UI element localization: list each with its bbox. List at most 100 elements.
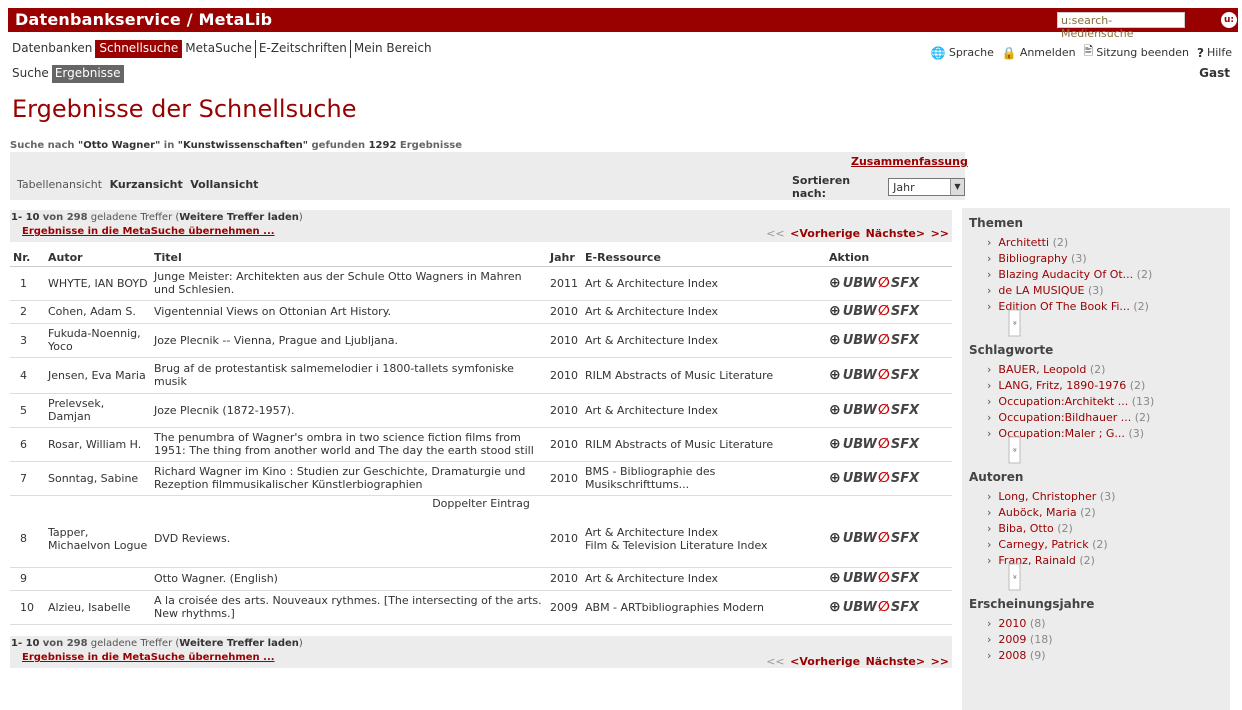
row-title-link[interactable]: Otto Wagner. (English) bbox=[154, 572, 278, 585]
first-page-link[interactable]: << bbox=[766, 227, 784, 240]
prev-page-link[interactable]: <Vorherige bbox=[790, 227, 860, 240]
row-resource-link[interactable]: RILM Abstracts of Music Literature bbox=[585, 369, 773, 382]
tab-schnellsuche[interactable]: Schnellsuche bbox=[95, 40, 182, 58]
row-resource-link[interactable]: BMS - Bibliographie des Musikschrifttums… bbox=[585, 465, 715, 491]
results-range: 1- 10 bbox=[11, 638, 40, 649]
options-bar: Zusammenfassung Tabellenansicht Kurzansi… bbox=[10, 152, 968, 200]
facet-link[interactable]: Occupation:Bildhauer ... bbox=[998, 411, 1131, 424]
ubw-sfx-button[interactable]: ⊕ UBW ∅ SFX bbox=[829, 530, 949, 547]
row-title-link[interactable]: DVD Reviews. bbox=[154, 532, 230, 545]
add-icon: ⊕ bbox=[829, 530, 841, 547]
tab-datenbanken[interactable]: Datenbanken bbox=[10, 40, 95, 58]
tab-ergebnisse[interactable]: Ergebnisse bbox=[51, 65, 124, 83]
last-page-link[interactable]: >> bbox=[931, 655, 949, 668]
row-title-link[interactable]: Brug af de protestantisk salmemelodier i… bbox=[154, 362, 514, 388]
row-nr-link[interactable]: 6 bbox=[20, 438, 27, 451]
row-resource-link[interactable]: ABM - ARTbibliographies Modern bbox=[585, 601, 764, 614]
row-title-link[interactable]: The penumbra of Wagner's ombra in two sc… bbox=[154, 431, 544, 457]
row-resource-link[interactable]: Art & Architecture Index bbox=[585, 334, 718, 347]
facet-link[interactable]: Biba, Otto bbox=[998, 522, 1053, 535]
row-nr-link[interactable]: 4 bbox=[20, 369, 27, 382]
row-title-link[interactable]: Vigentennial Views on Ottonian Art Histo… bbox=[154, 305, 391, 318]
row-nr-link[interactable]: 7 bbox=[20, 472, 27, 485]
language-link[interactable]: 🌐 Sprache bbox=[931, 46, 994, 60]
row-nr-link[interactable]: 3 bbox=[20, 334, 27, 347]
facet-link[interactable]: 2010 bbox=[998, 617, 1026, 630]
row-resource-link[interactable]: Art & Architecture Index bbox=[585, 277, 718, 290]
row-title-link[interactable]: Junge Meister: Architekten aus der Schul… bbox=[154, 270, 522, 296]
ubw-label: UBW bbox=[842, 304, 877, 319]
facet-expand-button[interactable]: » bbox=[1008, 309, 1021, 337]
facet-link[interactable]: Architetti bbox=[998, 236, 1049, 249]
next-page-link[interactable]: Nächste> bbox=[866, 227, 925, 240]
facet-link[interactable]: Long, Christopher bbox=[998, 490, 1096, 503]
ubw-sfx-button[interactable]: ⊕ UBW ∅ SFX bbox=[829, 600, 949, 614]
facet-link[interactable]: 2008 bbox=[998, 649, 1026, 662]
row-nr-link[interactable]: 2 bbox=[20, 305, 27, 318]
facet-link[interactable]: 2009 bbox=[998, 633, 1026, 646]
row-nr-link[interactable]: 9 bbox=[20, 572, 27, 585]
login-link[interactable]: 🔒 Anmelden bbox=[1002, 46, 1076, 60]
row-resource-link-2[interactable]: Film & Television Literature Index bbox=[585, 539, 768, 552]
row-nr-link[interactable]: 10 bbox=[20, 601, 34, 614]
facet-link[interactable]: LANG, Fritz, 1890-1976 bbox=[998, 379, 1126, 392]
facet-expand-button[interactable]: » bbox=[1008, 436, 1021, 464]
tab-mein-bereich[interactable]: Mein Bereich bbox=[349, 40, 435, 58]
row-nr-link[interactable]: 8 bbox=[20, 532, 27, 545]
load-more-link[interactable]: Weitere Treffer laden bbox=[179, 638, 299, 649]
facet-count: (2) bbox=[1092, 538, 1108, 551]
facet-link[interactable]: Blazing Audacity Of Ot... bbox=[998, 268, 1133, 281]
first-page-link[interactable]: << bbox=[766, 655, 784, 668]
tab-e-zeitschriften[interactable]: E-Zeitschriften bbox=[254, 40, 350, 58]
ubw-sfx-button[interactable]: ⊕ UBW ∅ SFX bbox=[829, 571, 949, 585]
logout-link[interactable]: 🖹 Sitzung beenden bbox=[1084, 42, 1189, 63]
ubw-sfx-button[interactable]: ⊕ UBW ∅ SFX bbox=[829, 368, 949, 382]
row-title-link[interactable]: A la croisée des arts. Nouveaux rythmes.… bbox=[154, 594, 542, 620]
row-title-link[interactable]: Joze Plecnik -- Vienna, Prague and Ljubl… bbox=[154, 334, 398, 347]
page-title: Ergebnisse der Schnellsuche bbox=[12, 95, 357, 123]
facet-expand-button[interactable]: » bbox=[1008, 563, 1021, 591]
row-resource-link[interactable]: Art & Architecture Index bbox=[585, 404, 718, 417]
prev-page-link[interactable]: <Vorherige bbox=[790, 655, 860, 668]
row-nr-link[interactable]: 1 bbox=[20, 277, 27, 290]
row-resource-link[interactable]: Art & Architecture Index bbox=[585, 572, 718, 585]
metasuche-transfer-link[interactable]: Ergebnisse in die MetaSuche übernehmen .… bbox=[22, 226, 275, 237]
help-link[interactable]: ? Hilfe bbox=[1197, 46, 1232, 60]
facet-count: (2) bbox=[1134, 411, 1151, 424]
facet-link[interactable]: Carnegy, Patrick bbox=[998, 538, 1088, 551]
ubw-sfx-button[interactable]: ⊕ UBW ∅ SFX bbox=[829, 471, 949, 485]
logout-icon: 🖹 bbox=[1083, 44, 1094, 58]
facet-link[interactable]: de LA MUSIQUE bbox=[998, 284, 1084, 297]
facet-link[interactable]: Occupation:Architekt ... bbox=[998, 395, 1128, 408]
sort-select[interactable]: Jahr ▼ bbox=[888, 178, 965, 196]
view-short-link[interactable]: Kurzansicht bbox=[110, 178, 183, 191]
facet-count: (2) bbox=[1136, 268, 1153, 281]
site-search-input[interactable]: u:search-Mediensuche bbox=[1057, 12, 1185, 40]
tab-suche[interactable]: Suche bbox=[10, 65, 52, 83]
row-title-link[interactable]: Joze Plecnik (1872-1957). bbox=[154, 404, 294, 417]
ubw-sfx-button[interactable]: ⊕ UBW ∅ SFX bbox=[829, 333, 949, 347]
ubw-sfx-button[interactable]: ⊕ UBW ∅ SFX bbox=[829, 437, 949, 451]
site-search-button[interactable]: u: bbox=[1221, 12, 1237, 28]
facet-link[interactable]: Auböck, Maria bbox=[998, 506, 1076, 519]
last-page-link[interactable]: >> bbox=[931, 227, 949, 240]
next-page-link[interactable]: Nächste> bbox=[866, 655, 925, 668]
row-title: A la croisée des arts. Nouveaux rythmes.… bbox=[151, 590, 547, 625]
results-close-paren: ) bbox=[298, 638, 303, 649]
row-resource-link[interactable]: Art & Architecture Index bbox=[585, 305, 718, 318]
row-nr-link[interactable]: 5 bbox=[20, 404, 27, 417]
tab-metasuche[interactable]: MetaSuche bbox=[181, 40, 255, 58]
metasuche-transfer-link[interactable]: Ergebnisse in die MetaSuche übernehmen .… bbox=[22, 652, 275, 663]
ubw-sfx-button[interactable]: ⊕ UBW ∅ SFX bbox=[829, 304, 949, 319]
row-year: 2011 bbox=[547, 266, 582, 301]
summary-link[interactable]: Zusammenfassung bbox=[851, 155, 968, 168]
row-resource-link[interactable]: Art & Architecture Index bbox=[585, 526, 718, 539]
row-resource-link[interactable]: RILM Abstracts of Music Literature bbox=[585, 438, 773, 451]
facet-link[interactable]: BAUER, Leopold bbox=[998, 363, 1086, 376]
ubw-sfx-button[interactable]: ⊕ UBW ∅ SFX bbox=[829, 403, 949, 417]
row-title-link[interactable]: Richard Wagner im Kino : Studien zur Ges… bbox=[154, 465, 525, 491]
ubw-sfx-button[interactable]: ⊕ UBW ∅ SFX bbox=[829, 276, 949, 290]
load-more-link[interactable]: Weitere Treffer laden bbox=[179, 212, 299, 223]
facet-link[interactable]: Bibliography bbox=[998, 252, 1067, 265]
view-full-link[interactable]: Vollansicht bbox=[190, 178, 258, 191]
